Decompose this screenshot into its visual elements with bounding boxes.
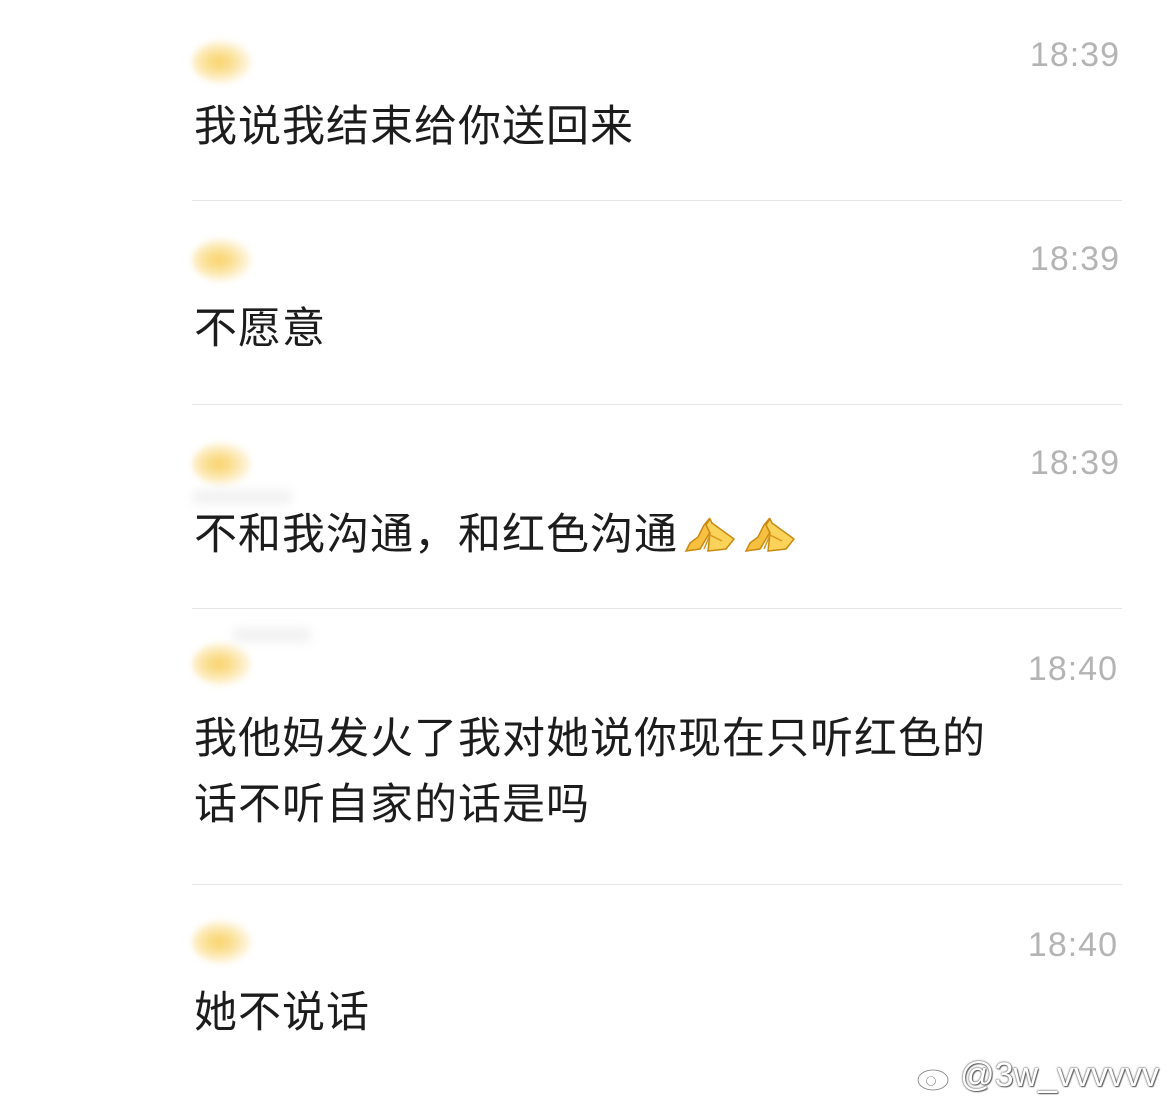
divider: [192, 608, 1122, 609]
chat-message-list: 18:39 我说我结束给你送回来 18:39 不愿意 18:39 不和我沟通，和…: [0, 0, 1169, 1101]
avatar-blurred[interactable]: [192, 40, 252, 84]
weibo-watermark: @3w_vvvvvv: [916, 1056, 1159, 1095]
folded-hands-icon: [744, 517, 796, 552]
avatar-blurred[interactable]: [192, 238, 252, 282]
divider: [192, 404, 1122, 405]
chat-message[interactable]: 18:39 我说我结束给你送回来: [192, 30, 1122, 200]
message-timestamp: 18:39: [1029, 36, 1120, 74]
message-timestamp: 18:39: [1029, 444, 1120, 482]
message-text: 我说我结束给你送回来: [194, 102, 634, 152]
avatar-blurred[interactable]: [192, 442, 252, 486]
watermark-handle: @3w_vvvvvv: [960, 1056, 1159, 1094]
message-text: 她不说话: [194, 988, 370, 1038]
message-timestamp: 18:40: [1027, 926, 1118, 964]
message-text: 不愿意: [194, 304, 326, 354]
message-timestamp: 18:40: [1027, 650, 1118, 688]
sender-name-blurred: [232, 628, 312, 642]
weibo-logo-icon: [916, 1062, 954, 1091]
avatar-blurred[interactable]: [192, 920, 252, 964]
message-text-content: 不和我沟通，和红色沟通: [194, 510, 678, 560]
avatar-blurred[interactable]: [192, 642, 252, 686]
chat-message[interactable]: 18:39 不愿意: [192, 232, 1122, 404]
message-text: 我他妈发火了我对她说你现在只听红色的 话不听自家的话是吗: [194, 714, 986, 830]
message-text: 不和我沟通，和红色沟通: [194, 502, 1094, 568]
folded-hands-icon: [684, 517, 736, 552]
chat-message[interactable]: 18:39 不和我沟通，和红色沟通: [192, 436, 1122, 608]
divider: [192, 884, 1122, 885]
divider: [192, 200, 1122, 201]
chat-message[interactable]: 18:40 我他妈发火了我对她说你现在只听红色的 话不听自家的话是吗: [192, 628, 1122, 884]
message-timestamp: 18:39: [1029, 240, 1120, 278]
